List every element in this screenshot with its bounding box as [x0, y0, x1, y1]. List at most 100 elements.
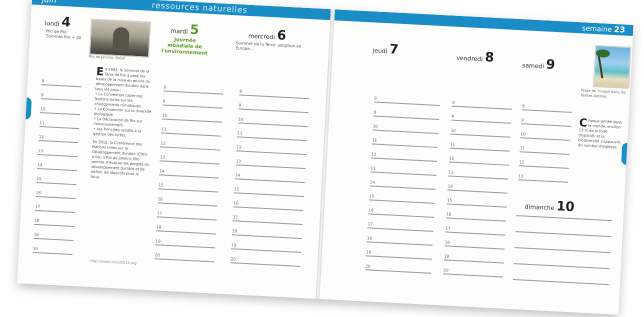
hour-line[interactable]: [372, 129, 439, 134]
sunday-line[interactable]: [514, 247, 611, 254]
hour-line[interactable]: [232, 220, 303, 225]
hour-line[interactable]: [374, 101, 440, 106]
hour-line[interactable]: [446, 217, 507, 222]
hour-label: 9: [521, 117, 524, 123]
hour-line[interactable]: [162, 104, 223, 109]
hour-line[interactable]: [367, 227, 434, 232]
sunday-line[interactable]: [515, 231, 612, 238]
sunday-line[interactable]: [516, 215, 613, 222]
left-edge-tab[interactable]: [20, 97, 32, 120]
hour-line[interactable]: [447, 189, 508, 194]
hour-line[interactable]: [451, 105, 512, 110]
hour-line[interactable]: [230, 262, 301, 267]
hour-line[interactable]: [158, 188, 219, 193]
hour-line[interactable]: [448, 175, 509, 180]
hour-line[interactable]: [41, 84, 82, 88]
hour-line[interactable]: [161, 118, 222, 123]
hour-line[interactable]: [235, 164, 306, 170]
hour-line[interactable]: [236, 150, 307, 156]
hour-label: 14: [37, 162, 43, 168]
hour-line[interactable]: [239, 94, 310, 100]
hour-label: 15: [158, 182, 164, 188]
hour-line[interactable]: [154, 258, 215, 263]
hour-line[interactable]: [231, 234, 302, 239]
hour-line[interactable]: [521, 109, 572, 113]
hour-line[interactable]: [163, 90, 224, 95]
hour-line[interactable]: [444, 245, 505, 250]
hour-line[interactable]: [32, 251, 73, 255]
hour-line[interactable]: [231, 248, 302, 253]
hour-line[interactable]: [35, 195, 76, 200]
hour-label: 18: [34, 217, 40, 224]
hour-line[interactable]: [34, 209, 75, 214]
hour-line[interactable]: [370, 171, 437, 176]
article-bullet: • Les Principes relatifs à la gestion de…: [92, 126, 142, 138]
hour-line[interactable]: [234, 178, 305, 184]
day-number: 9: [545, 57, 556, 73]
day-name: samedi: [521, 62, 545, 71]
hour-line[interactable]: [368, 213, 435, 218]
hour-label: 20: [32, 245, 39, 252]
hour-line[interactable]: [451, 119, 512, 124]
hour-line[interactable]: [157, 202, 218, 207]
hour-line[interactable]: [37, 154, 78, 158]
hour-label: 17: [232, 214, 239, 220]
hour-line[interactable]: [233, 206, 304, 211]
palm-fronds: [595, 49, 611, 58]
hour-line[interactable]: [365, 269, 432, 274]
hour-line[interactable]: [519, 151, 570, 155]
day-name: mardi: [170, 27, 188, 36]
sunday-line[interactable]: [513, 263, 610, 270]
hour-line[interactable]: [373, 115, 440, 120]
hour-line[interactable]: [238, 108, 309, 114]
hour-line[interactable]: [158, 174, 219, 179]
hour-line[interactable]: [160, 146, 221, 151]
hour-line[interactable]: [39, 126, 80, 130]
hour-line[interactable]: [518, 165, 569, 169]
hour-line[interactable]: [368, 199, 435, 204]
hour-line[interactable]: [40, 98, 81, 102]
hour-line[interactable]: [371, 157, 438, 162]
hour-line[interactable]: [237, 122, 308, 128]
hour-line[interactable]: [159, 160, 220, 165]
hour-label: 16: [233, 200, 239, 206]
day-dimanche: dimanche 10: [524, 198, 575, 215]
hour-line[interactable]: [521, 123, 572, 127]
hour-line[interactable]: [450, 133, 511, 138]
hour-line[interactable]: [155, 230, 216, 235]
hour-line[interactable]: [237, 136, 307, 142]
hour-line[interactable]: [40, 112, 81, 116]
hour-line[interactable]: [520, 137, 571, 141]
hour-label: 18: [366, 235, 373, 241]
hour-line[interactable]: [37, 167, 78, 172]
hour-line[interactable]: [161, 132, 222, 137]
hour-line[interactable]: [446, 203, 507, 208]
hour-line[interactable]: [34, 223, 75, 228]
hour-line[interactable]: [443, 273, 504, 278]
hour-line[interactable]: [366, 241, 433, 246]
hour-line[interactable]: [445, 231, 506, 236]
sunday-line[interactable]: [512, 279, 609, 286]
hour-line[interactable]: [38, 140, 79, 144]
hour-label: 19: [443, 253, 450, 259]
hour-line[interactable]: [155, 244, 216, 249]
hour-label: 17: [367, 221, 373, 227]
hour-label: 11: [161, 126, 167, 132]
hour-label: 20: [230, 256, 236, 262]
hour-label: 16: [446, 211, 452, 217]
hour-line[interactable]: [448, 161, 509, 166]
hour-line[interactable]: [369, 185, 436, 190]
hour-label: 15: [36, 175, 42, 182]
environment-day-note: Journée mondiale de l'environnement: [161, 37, 208, 57]
hour-line[interactable]: [365, 255, 432, 260]
hour-line[interactable]: [371, 143, 438, 148]
hour-line[interactable]: [449, 147, 510, 152]
hour-line[interactable]: [33, 237, 74, 241]
hour-line[interactable]: [518, 179, 569, 183]
article-url[interactable]: http://www.uncsd2012.org: [90, 259, 136, 265]
hour-line[interactable]: [156, 216, 217, 221]
hour-line[interactable]: [36, 181, 77, 186]
hour-line[interactable]: [443, 259, 504, 264]
hour-line[interactable]: [234, 192, 305, 198]
day-number: 7: [389, 42, 399, 58]
